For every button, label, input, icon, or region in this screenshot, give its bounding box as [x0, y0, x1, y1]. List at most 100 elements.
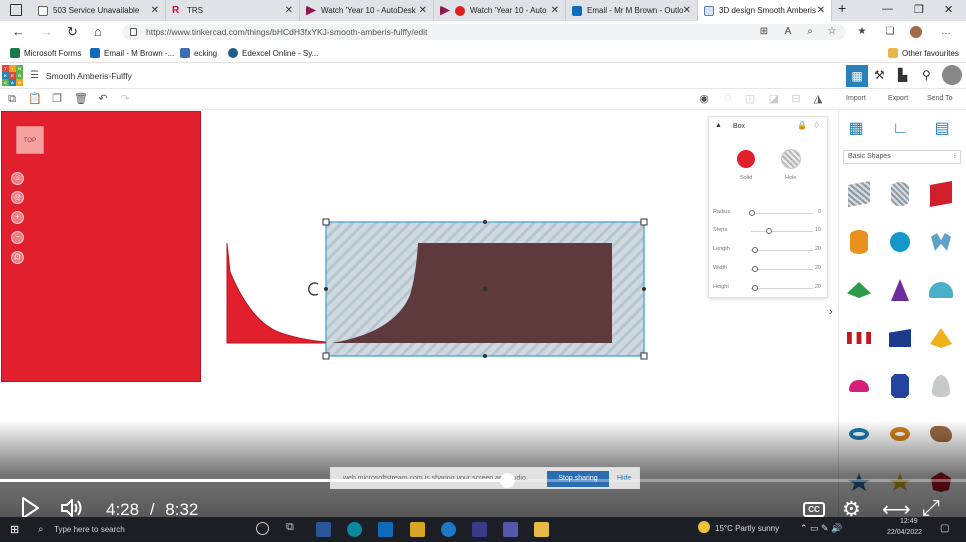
solid-button[interactable] [737, 150, 755, 168]
slider-knob[interactable] [766, 228, 773, 234]
captions-icon[interactable]: CC [803, 502, 825, 517]
shape-navy-wedge[interactable] [882, 320, 918, 356]
shape-blue-sphere[interactable] [882, 224, 918, 260]
refresh-icon[interactable]: ↻ [67, 24, 78, 40]
import-button[interactable]: Import [846, 95, 866, 102]
clock-date[interactable]: 22/04/2022 [887, 529, 922, 536]
group-icon[interactable]: ◫ [744, 93, 756, 105]
align-icon[interactable]: ⊟ [790, 93, 802, 105]
tab-outlook[interactable]: Email - Mr M Brown - Outlo ✕ [566, 0, 698, 21]
undo-icon[interactable]: ↶ [97, 93, 109, 105]
red-curve-shape[interactable] [226, 242, 327, 344]
shape-orange-cylinder[interactable] [841, 224, 877, 260]
ungroup-icon[interactable]: ◪ [768, 93, 780, 105]
shape-pink-half-sphere[interactable] [841, 368, 877, 404]
param-height[interactable]: Height 20 [713, 283, 825, 293]
edge-icon[interactable] [347, 522, 362, 537]
send-to-button[interactable]: Send To [927, 95, 953, 102]
tab-stream-1[interactable]: Watch 'Year 10 - AutoDesk ✕ [300, 0, 434, 21]
bricks-icon[interactable]: ▙ [898, 68, 907, 82]
files-icon[interactable] [410, 522, 425, 537]
slider-knob[interactable] [751, 247, 758, 253]
profile-avatar[interactable] [910, 26, 922, 38]
lock-icon[interactable]: 🔒 [797, 121, 807, 130]
minimize-icon[interactable]: — [882, 3, 893, 15]
ruler-icon[interactable]: ∟ [889, 118, 911, 140]
favourites-icon[interactable]: ★ [856, 26, 868, 38]
close-icon[interactable]: ✕ [683, 5, 691, 16]
zoom-icon[interactable]: ⌕ [804, 26, 816, 38]
notes-icon[interactable]: ▤ [931, 118, 953, 140]
forward-icon[interactable]: → [40, 24, 53, 39]
copy-icon[interactable]: ⧉ [6, 93, 18, 105]
light-bulb-icon[interactable]: ♢ [813, 121, 820, 130]
new-tab-icon[interactable]: + [838, 0, 846, 16]
close-icon[interactable]: ✕ [419, 5, 427, 16]
notifications-icon[interactable]: ▢ [940, 523, 949, 534]
back-icon[interactable]: ← [12, 24, 25, 39]
grid-view-icon[interactable]: ▦ [846, 65, 868, 87]
shape-blue-scribble[interactable] [923, 224, 959, 260]
redo-icon[interactable]: ↷ [119, 93, 131, 105]
workplane-icon[interactable]: ▦ [845, 118, 867, 140]
light-icon[interactable]: ♢ [722, 93, 734, 105]
mirror-icon[interactable]: ◮ [812, 93, 824, 105]
outlook-taskbar-icon[interactable] [378, 522, 393, 537]
apps-icon[interactable]: ⊞ [758, 26, 770, 38]
shape-cylinder-hole[interactable] [882, 176, 918, 212]
tinkercad-logo[interactable]: TIN KER CAD [2, 65, 23, 86]
shape-green-roof[interactable] [841, 272, 877, 308]
task-view-icon[interactable]: ⧉ [286, 521, 294, 534]
camera-icon[interactable]: ◉ [698, 93, 710, 105]
close-icon[interactable]: ✕ [817, 5, 825, 16]
chrome-icon[interactable] [441, 522, 456, 537]
close-icon[interactable]: ✕ [285, 5, 293, 16]
bookmark-microsoft-forms[interactable]: Microsoft Forms [10, 48, 81, 58]
delete-icon[interactable]: 🗑 [74, 93, 88, 105]
cortana-icon[interactable] [256, 522, 269, 535]
shape-red-box[interactable] [923, 176, 959, 212]
close-icon[interactable]: ✕ [551, 5, 559, 16]
tab-503[interactable]: 503 Service Unavailable ✕ [32, 0, 166, 21]
tab-trs[interactable]: R TRS ✕ [166, 0, 300, 21]
hole-button[interactable] [781, 149, 801, 169]
add-user-icon[interactable]: ⚲ [922, 68, 931, 82]
param-width[interactable]: Width 20 [713, 264, 825, 274]
slider-knob[interactable] [749, 210, 755, 216]
panel-collapse-icon[interactable]: › [829, 306, 833, 318]
shape-blue-polygon[interactable] [882, 368, 918, 404]
windows-start-icon[interactable]: ⊞ [10, 523, 19, 536]
weather-text[interactable]: 15°C Partly sunny [715, 524, 779, 533]
clock-time[interactable]: 12:49 [900, 518, 918, 525]
param-radius[interactable]: Radius 0 [713, 208, 825, 218]
shape-purple-cone[interactable] [882, 272, 918, 308]
tab-tinkercad[interactable]: 3D design Smooth Amberis ✕ [698, 0, 832, 21]
video-progress-bar[interactable] [0, 473, 966, 488]
paste-icon[interactable]: 📋 [28, 93, 42, 105]
tab-stream-2[interactable]: Watch 'Year 10 - Auto ✕ [434, 0, 566, 21]
app-icon[interactable] [472, 522, 487, 537]
shape-teal-round-roof[interactable] [923, 272, 959, 308]
bookmark-email[interactable]: Email - M Brown -... [90, 48, 174, 58]
export-button[interactable]: Export [888, 95, 908, 102]
rotate-handle-icon[interactable] [308, 282, 319, 296]
word-icon[interactable] [316, 522, 331, 537]
design-list-icon[interactable]: ☰ [30, 70, 39, 81]
shape-box-hole[interactable] [841, 176, 877, 212]
explorer-icon[interactable] [534, 522, 549, 537]
slider-knob[interactable] [751, 266, 758, 272]
blocks-icon[interactable]: ⚒ [874, 68, 885, 82]
design-title[interactable]: Smooth Amberis-Fulffy [46, 71, 132, 81]
favourite-star-icon[interactable]: ☆ [826, 26, 838, 38]
window-menu-icon[interactable] [10, 4, 22, 16]
more-icon[interactable]: … [940, 26, 952, 38]
shape-yellow-pyramid[interactable] [923, 320, 959, 356]
close-icon[interactable]: ✕ [151, 5, 159, 16]
taskbar-search[interactable]: ⌕ Type here to search [32, 520, 244, 539]
maximize-icon[interactable]: ❐ [914, 3, 924, 16]
shape-library-select[interactable]: Basic Shapes ⁝ [843, 150, 961, 164]
collapse-icon[interactable]: ▲ [715, 122, 722, 129]
other-favourites[interactable]: Other favourites [888, 48, 959, 58]
teams-icon[interactable] [503, 522, 518, 537]
shape-red-text[interactable] [841, 320, 877, 356]
